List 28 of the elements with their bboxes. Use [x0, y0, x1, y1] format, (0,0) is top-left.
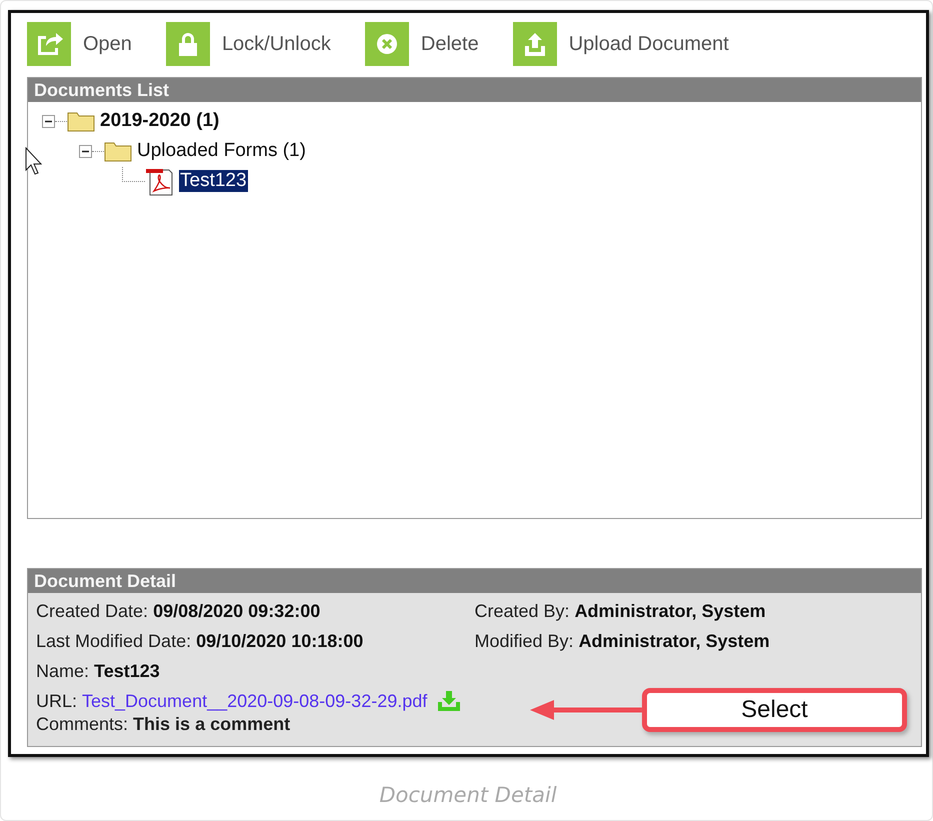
toolbar-button[interactable]: Lock/Unlock	[166, 22, 331, 66]
upload-icon	[512, 22, 557, 66]
lock-icon	[166, 22, 210, 66]
tree-item[interactable]: Uploaded Forms (1)	[136, 140, 307, 162]
panel-header: Documents List	[28, 78, 921, 102]
detail-field: Created Date: 09/08/2020 09:32:00	[36, 600, 474, 622]
detail-field: Last Modified Date: 09/10/2020 10:18:00	[36, 630, 474, 652]
tree-item[interactable]: 2019-2020 (1)	[99, 110, 220, 132]
collapse-icon[interactable]	[79, 144, 92, 158]
toolbar-button[interactable]: Open	[27, 22, 132, 66]
toolbar-button[interactable]: Upload Document	[512, 22, 729, 66]
detail-field: Modified By: Administrator, System	[474, 630, 913, 652]
callout-label: Select	[642, 688, 907, 732]
file-link[interactable]: Test_Document__2020-09-08-09-32-29.pdf	[82, 690, 428, 712]
toolbar-button[interactable]: Delete	[364, 22, 479, 66]
tree-item[interactable]: Test123	[179, 170, 248, 192]
collapse-icon[interactable]	[42, 114, 55, 128]
figure-caption: Document Detail	[378, 783, 558, 807]
delete-icon	[364, 22, 409, 66]
folder-icon	[104, 140, 132, 162]
detail-field: Comments: This is a comment	[36, 714, 290, 734]
share-icon	[27, 22, 71, 66]
folder-icon	[67, 110, 95, 132]
detail-field: Created By: Administrator, System	[474, 600, 913, 622]
detail-field: Name: Test123	[36, 660, 500, 682]
pdf-file-icon	[145, 166, 175, 196]
url-label: URL:	[36, 690, 78, 712]
panel-header: Document Detail	[28, 569, 921, 593]
